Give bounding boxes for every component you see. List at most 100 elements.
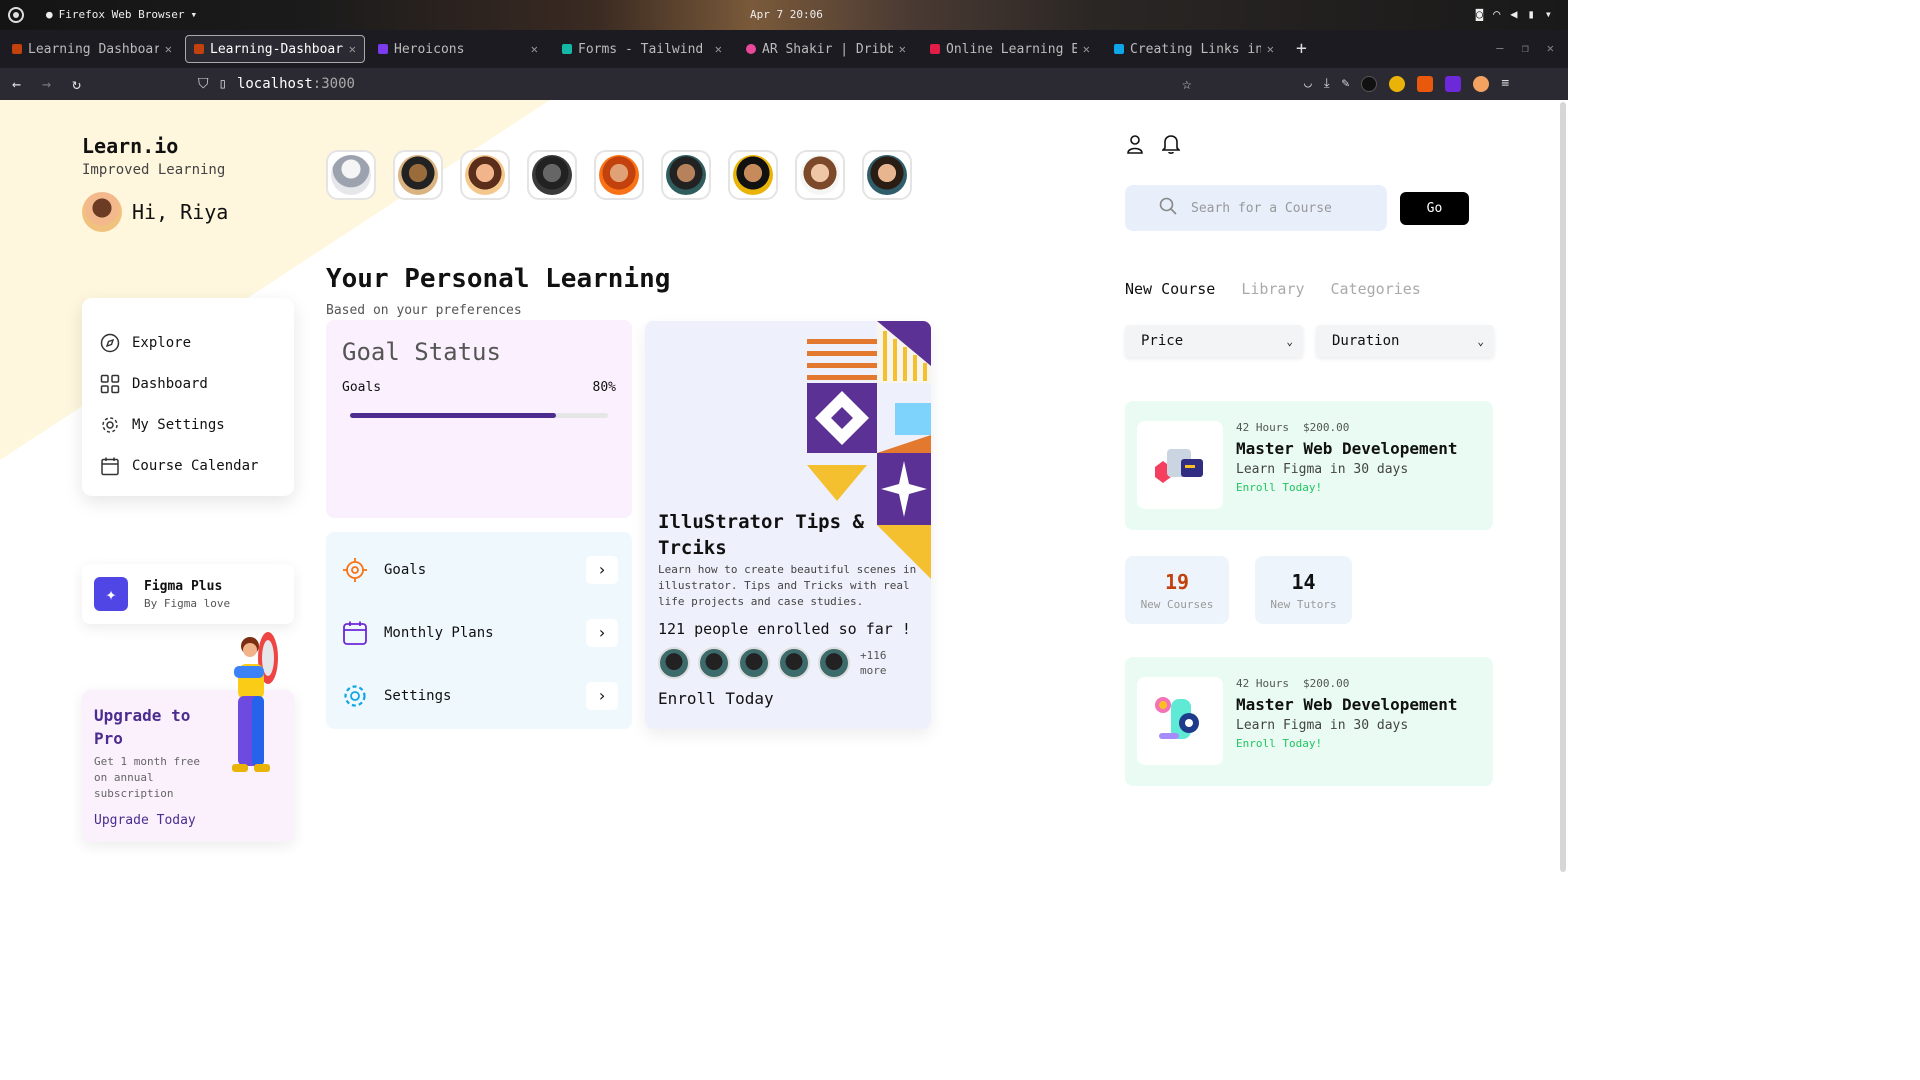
course-search-input[interactable]: Searh for a Course (1125, 185, 1387, 231)
camera-icon[interactable]: ◙ (1476, 7, 1483, 21)
url-bar[interactable]: ⛉ ▯ localhost:3000 (190, 71, 1210, 97)
shield-icon[interactable]: ⛉ (198, 76, 209, 92)
stat-new-courses: 19 New Courses (1125, 556, 1229, 624)
quick-link-goals[interactable]: Goals › (326, 538, 632, 601)
avatar-tile[interactable] (460, 150, 510, 200)
avatar-tile[interactable] (728, 150, 778, 200)
chevron-down-icon[interactable]: ▾ (1545, 7, 1552, 21)
close-icon[interactable]: ✕ (715, 42, 722, 56)
avatar (532, 155, 572, 195)
header-actions (1126, 134, 1181, 158)
browser-tab[interactable]: Online Learning Exploration ✕ (922, 35, 1098, 63)
new-tab-button[interactable]: + (1296, 40, 1307, 58)
chevron-right-icon[interactable]: › (586, 618, 618, 647)
pocket-icon[interactable]: ◡ (1304, 76, 1312, 92)
close-icon[interactable]: ✕ (1083, 42, 1090, 56)
quick-link-settings[interactable]: Settings › (326, 664, 632, 727)
price-select[interactable]: Price ⌄ (1125, 325, 1303, 357)
browser-tab[interactable]: Creating Links in ✕ (1106, 35, 1282, 63)
tab-categories[interactable]: Categories (1331, 280, 1421, 298)
forward-icon[interactable]: → (42, 75, 51, 93)
sidebar-item-label: Explore (132, 334, 192, 351)
menu-icon[interactable]: ≡ (1501, 76, 1509, 92)
avatar-tile[interactable] (594, 150, 644, 200)
browser-tab[interactable]: Learning Dashboard ✕ (4, 35, 180, 63)
bell-icon[interactable] (1161, 134, 1181, 158)
enroll-today-link[interactable]: Enroll Today (658, 689, 774, 708)
pen-icon[interactable]: ✎ (1342, 76, 1350, 92)
browser-tab-active[interactable]: Learning-Dashboard ✕ (185, 35, 365, 63)
browser-tab[interactable]: Forms - Tailwind CSS ✕ (554, 35, 730, 63)
close-icon[interactable]: ✕ (349, 42, 356, 56)
chevron-down-icon: ▾ (190, 8, 198, 21)
extensions-toolbar: ◡ ⤓ ✎ ≡ (1304, 76, 1509, 92)
avatar-tile[interactable] (326, 150, 376, 200)
sidebar-item-my-settings[interactable]: My Settings (100, 404, 294, 445)
avatar-tile[interactable] (527, 150, 577, 200)
system-tray[interactable]: ◙ ◠ ◀ ▮ ▾ (1476, 7, 1552, 21)
quick-link-label: Goals (384, 561, 427, 578)
upgrade-link[interactable]: Upgrade Today (94, 813, 196, 828)
activities-icon[interactable] (8, 7, 24, 23)
featured-course-card[interactable]: IlluStrator Tips & Trciks Learn how to c… (645, 321, 931, 729)
volume-icon[interactable]: ◀ (1510, 7, 1517, 21)
avatar-tile[interactable] (661, 150, 711, 200)
close-icon[interactable]: ✕ (1267, 42, 1274, 56)
sidebar-item-course-calendar[interactable]: Course Calendar (100, 445, 294, 486)
promo-subtitle: By Figma love (144, 596, 231, 610)
stat-value: 19 (1164, 570, 1190, 594)
goal-progress-fill (350, 413, 557, 418)
compass-icon (100, 333, 120, 353)
extension-icon[interactable] (1361, 76, 1378, 92)
enroll-link[interactable]: Enroll Today! (1236, 737, 1322, 750)
restore-icon[interactable]: ❐ (1522, 41, 1529, 55)
extension-icon[interactable] (1417, 76, 1434, 92)
enrolled-avatars: +116 more (658, 647, 900, 679)
tab-new-course[interactable]: New Course (1125, 280, 1215, 298)
profile-icon[interactable] (1473, 76, 1490, 92)
browser-tab[interactable]: AR Shakir | Dribbble ✕ (738, 35, 914, 63)
back-icon[interactable]: ← (12, 75, 21, 93)
close-icon[interactable]: ✕ (165, 42, 172, 56)
enroll-link[interactable]: Enroll Today! (1236, 481, 1322, 494)
stat-new-tutors: 14 New Tutors (1255, 556, 1352, 624)
extension-icon[interactable] (1445, 76, 1462, 92)
reload-icon[interactable]: ↻ (72, 75, 81, 93)
avatar-tile[interactable] (795, 150, 845, 200)
battery-icon[interactable]: ▮ (1528, 7, 1535, 21)
close-window-icon[interactable]: ✕ (1547, 41, 1554, 55)
avatar-tile[interactable] (393, 150, 443, 200)
figma-plus-card[interactable]: ✦ Figma Plus By Figma love (82, 564, 294, 624)
go-button[interactable]: Go (1400, 192, 1469, 225)
wifi-icon[interactable]: ◠ (1493, 7, 1500, 21)
avatar (465, 155, 505, 195)
user-icon[interactable] (1126, 134, 1144, 158)
shield-icon (378, 44, 388, 54)
close-icon[interactable]: ✕ (899, 42, 906, 56)
clock[interactable]: Apr 7 20:06 (750, 8, 823, 21)
avatar-tile[interactable] (862, 150, 912, 200)
close-icon[interactable]: ✕ (531, 42, 538, 56)
course-card[interactable]: 42 Hours $200.00 Master Web Developement… (1125, 401, 1493, 530)
sidebar-item-dashboard[interactable]: Dashboard (100, 363, 294, 404)
avatar[interactable] (82, 192, 122, 232)
minimize-icon[interactable]: — (1496, 41, 1503, 55)
goal-status-card: Goal Status Goals 80% (326, 320, 632, 518)
bookmark-star-icon[interactable]: ☆ (1182, 74, 1192, 93)
avatar (867, 155, 907, 195)
chevron-right-icon[interactable]: › (586, 555, 618, 584)
course-card[interactable]: 42 Hours $200.00 Master Web Developement… (1125, 657, 1493, 786)
chevron-right-icon[interactable]: › (586, 681, 618, 710)
brand-title[interactable]: Learn.io (82, 134, 225, 158)
browser-tab[interactable]: Heroicons ✕ (370, 35, 546, 63)
download-icon[interactable]: ⤓ (1324, 76, 1330, 92)
favicon-icon (930, 44, 940, 54)
extension-icon[interactable] (1389, 76, 1406, 92)
quick-link-monthly-plans[interactable]: Monthly Plans › (326, 601, 632, 664)
sidebar-item-explore[interactable]: Explore (100, 322, 294, 363)
duration-select[interactable]: Duration ⌄ (1316, 325, 1494, 357)
app-menu[interactable]: ● Firefox Web Browser ▾ (46, 8, 197, 21)
tab-library[interactable]: Library (1241, 280, 1304, 298)
scrollbar[interactable] (1560, 102, 1566, 872)
avatar (599, 155, 639, 195)
